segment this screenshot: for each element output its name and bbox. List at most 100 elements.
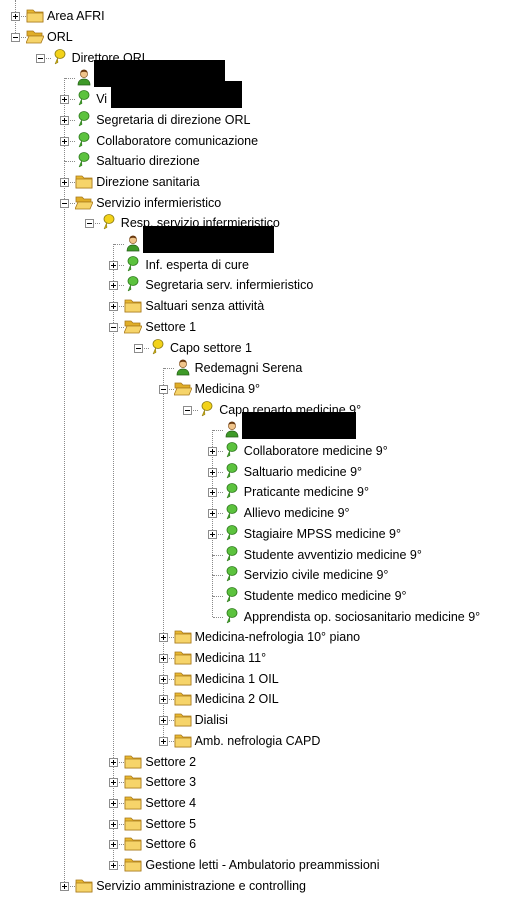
tree-node[interactable]: Saltuari senza attività xyxy=(0,296,519,316)
tree-node[interactable]: Apprendista op. sociosanitario medicine … xyxy=(0,607,519,627)
tree-node[interactable]: Area AFRI xyxy=(0,6,519,26)
tree-node[interactable]: Settore 5 xyxy=(0,814,519,834)
tree-node[interactable]: Medicina 2 OIL xyxy=(0,689,519,709)
folder-icon xyxy=(26,6,44,24)
expand-toggle[interactable] xyxy=(207,447,217,457)
tree-node[interactable]: Collaboratore comunicazione xyxy=(0,131,519,151)
expand-toggle[interactable] xyxy=(158,695,168,705)
tree-node[interactable]: Settore 6 xyxy=(0,834,519,854)
tree-node[interactable]: ORL xyxy=(0,27,519,47)
tree-node[interactable] xyxy=(0,60,519,88)
expand-toggle[interactable] xyxy=(207,488,217,498)
folder-icon xyxy=(124,772,142,790)
tree-node[interactable]: Allievo medicine 9° xyxy=(0,503,519,523)
tree-node[interactable]: Studente medico medicine 9° xyxy=(0,586,519,606)
expand-toggle[interactable] xyxy=(158,654,168,664)
collapse-toggle[interactable] xyxy=(11,33,20,43)
collapse-toggle[interactable] xyxy=(35,53,45,63)
expand-toggle[interactable] xyxy=(207,509,217,519)
tree-node[interactable]: Medicina 9° xyxy=(0,379,519,399)
tree-node[interactable]: Dialisi xyxy=(0,710,519,730)
expand-toggle[interactable] xyxy=(109,757,119,767)
tree-node[interactable]: Settore 2 xyxy=(0,752,519,772)
tree-node[interactable]: Settore 4 xyxy=(0,793,519,813)
tree-node[interactable]: Saltuario medicine 9° xyxy=(0,462,519,482)
role-green-icon xyxy=(75,151,93,169)
expand-toggle[interactable] xyxy=(60,177,70,187)
expand-toggle[interactable] xyxy=(109,778,119,788)
tree-node-label: Saltuari senza attività xyxy=(145,299,265,314)
collapse-toggle[interactable] xyxy=(109,322,119,332)
tree-node[interactable]: Amb. nefrologia CAPD xyxy=(0,731,519,751)
expand-toggle[interactable] xyxy=(60,115,70,125)
expand-toggle[interactable] xyxy=(158,736,168,746)
expand-toggle[interactable] xyxy=(109,281,119,291)
expand-toggle[interactable] xyxy=(109,302,119,312)
expand-toggle[interactable] xyxy=(60,881,70,891)
tree-node[interactable]: Settore 1 xyxy=(0,317,519,337)
tree-node[interactable]: Redemagni Serena xyxy=(0,358,519,378)
tree-node[interactable]: Segretaria di direzione ORL xyxy=(0,110,519,130)
org-tree-view[interactable]: Area AFRI ORL Direttore ORL Vi Segretaria di… xyxy=(0,0,519,893)
expand-toggle[interactable] xyxy=(207,467,217,477)
role-green-icon xyxy=(223,565,241,583)
tree-node-label: Settore 1 xyxy=(145,319,197,334)
tree-node[interactable]: Studente avventizio medicine 9° xyxy=(0,545,519,565)
tree-node-label: Saltuario direzione xyxy=(96,154,200,169)
tree-node[interactable]: Medicina 1 OIL xyxy=(0,669,519,689)
folder-icon xyxy=(124,814,142,832)
expand-toggle[interactable] xyxy=(158,716,168,726)
tree-node[interactable]: Direttore ORL xyxy=(0,48,519,68)
expand-toggle[interactable] xyxy=(11,12,20,22)
tree-node-label: Servizio amministrazione e controlling xyxy=(96,878,306,893)
tree-node[interactable]: Saltuario direzione xyxy=(0,151,519,171)
tree-node-label: Direzione sanitaria xyxy=(96,174,200,189)
tree-node[interactable]: Collaboratore medicine 9° xyxy=(0,441,519,461)
tree-node-label: Stagiaire MPSS medicine 9° xyxy=(243,526,401,541)
expand-toggle[interactable] xyxy=(109,798,119,808)
tree-node[interactable] xyxy=(0,412,519,440)
tree-node-label: Redemagni Serena xyxy=(194,361,303,376)
tree-node[interactable]: Servizio amministrazione e controlling xyxy=(0,876,519,896)
expand-toggle[interactable] xyxy=(158,674,168,684)
expand-toggle[interactable] xyxy=(109,260,119,270)
tree-node[interactable]: Servizio infermieristico xyxy=(0,193,519,213)
collapse-toggle[interactable] xyxy=(158,384,168,394)
role-green-icon xyxy=(223,503,241,521)
tree-node[interactable]: Medicina 11° xyxy=(0,648,519,668)
collapse-toggle[interactable] xyxy=(183,405,193,415)
tree-node[interactable]: Praticante medicine 9° xyxy=(0,482,519,502)
folder-icon xyxy=(174,669,192,687)
expand-toggle[interactable] xyxy=(109,840,119,850)
folder-icon xyxy=(75,172,93,190)
expand-toggle[interactable] xyxy=(60,136,70,146)
folder-icon xyxy=(124,752,142,770)
collapse-toggle[interactable] xyxy=(84,219,94,229)
tree-node[interactable]: Capo settore 1 xyxy=(0,338,519,358)
tree-node[interactable]: Vi xyxy=(0,81,519,109)
tree-node[interactable]: Medicina-nefrologia 10° piano xyxy=(0,627,519,647)
collapse-toggle[interactable] xyxy=(134,343,143,353)
folder-icon xyxy=(174,627,192,645)
tree-node-label: Amb. nefrologia CAPD xyxy=(194,733,321,748)
tree-node[interactable]: Servizio civile medicine 9° xyxy=(0,565,519,585)
tree-node[interactable]: Settore 3 xyxy=(0,772,519,792)
tree-node-label: Medicina 11° xyxy=(194,651,267,666)
person-icon xyxy=(75,68,93,86)
tree-node[interactable]: Direzione sanitaria xyxy=(0,172,519,192)
tree-node[interactable]: Segretaria serv. infermieristico xyxy=(0,275,519,295)
tree-node-label: Segretaria serv. infermieristico xyxy=(145,278,314,293)
role-green-icon xyxy=(75,89,93,107)
expand-toggle[interactable] xyxy=(109,819,119,829)
expand-toggle[interactable] xyxy=(158,633,168,643)
collapse-toggle[interactable] xyxy=(60,198,70,208)
tree-node-label: Settore 6 xyxy=(145,837,197,852)
tree-node[interactable]: Stagiaire MPSS medicine 9° xyxy=(0,524,519,544)
tree-node[interactable]: Inf. esperta di cure xyxy=(0,255,519,275)
expand-toggle[interactable] xyxy=(207,529,217,539)
expand-toggle[interactable] xyxy=(109,861,119,871)
tree-node[interactable] xyxy=(0,226,519,254)
tree-node[interactable]: Gestione letti - Ambulatorio preammissio… xyxy=(0,855,519,875)
role-green-icon xyxy=(223,545,241,563)
expand-toggle[interactable] xyxy=(60,95,70,105)
